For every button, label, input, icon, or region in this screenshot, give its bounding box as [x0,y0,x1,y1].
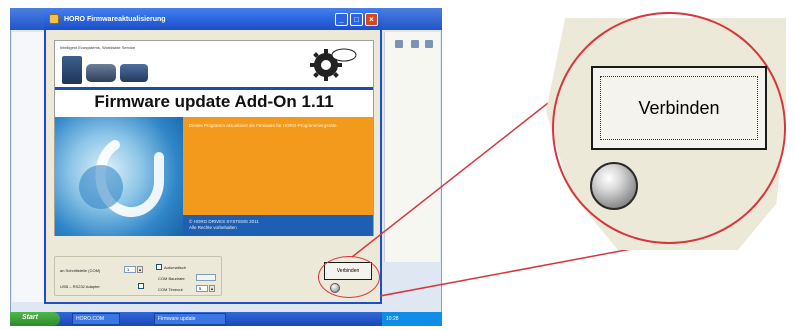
zoomed-connect-label: Verbinden [600,76,758,140]
zoomed-status-indicator-icon [590,162,638,210]
